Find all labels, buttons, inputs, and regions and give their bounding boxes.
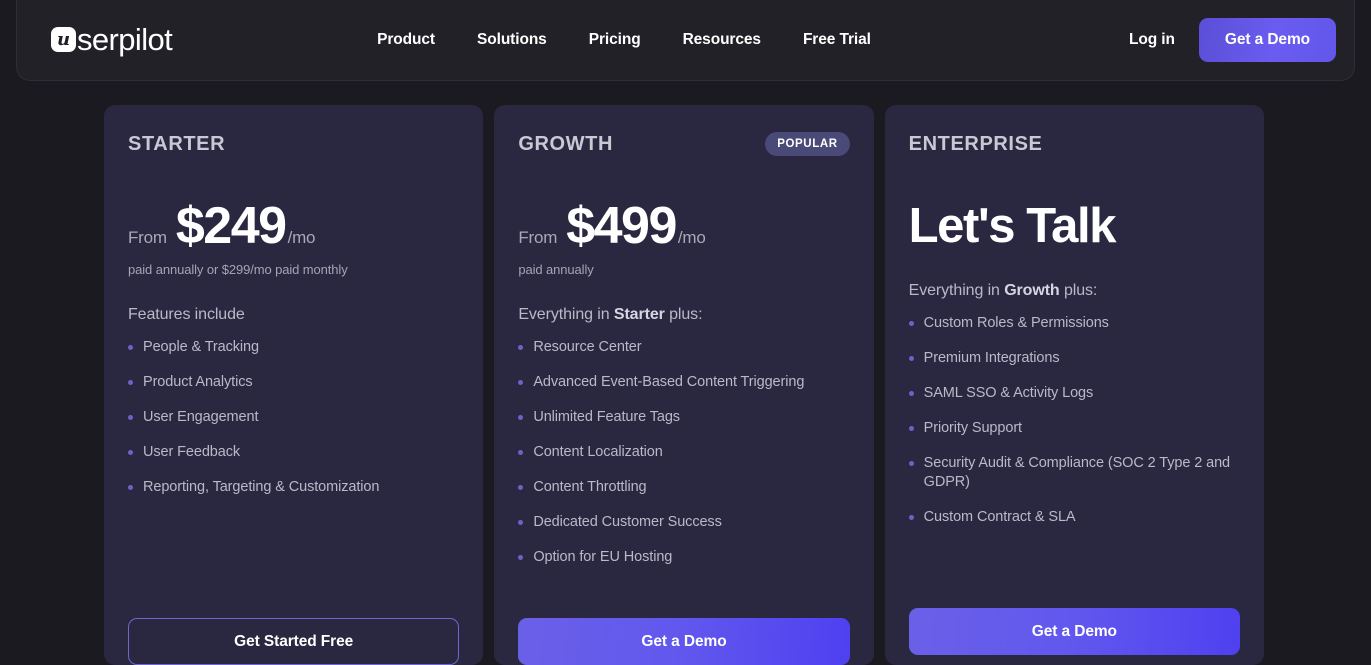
status-badge-popular: POPULAR <box>765 132 850 156</box>
get-a-demo-button-header[interactable]: Get a Demo <box>1198 17 1336 62</box>
features-title-enterprise: Everything in Growth plus: <box>909 282 1240 300</box>
list-item: Priority Support <box>908 419 1240 438</box>
list-item: Dedicated Customer Success <box>518 513 849 532</box>
list-item: People & Tracking <box>128 338 459 357</box>
pricing-card-growth: GROWTH POPULAR From $499 /mo paid annual… <box>494 105 874 665</box>
price-amount-starter: $249 <box>175 197 287 255</box>
main-navigation: Product Solutions Pricing Resources Free… <box>377 31 871 49</box>
features-title-suffix-enterprise: plus: <box>1059 282 1098 299</box>
nav-item-product[interactable]: Product <box>377 31 435 49</box>
list-item: User Feedback <box>128 443 459 462</box>
price-from-label-starter: From <box>128 228 167 247</box>
price-note-starter: paid annually or $299/mo paid monthly <box>128 262 348 277</box>
get-a-demo-button-enterprise[interactable]: Get a Demo <box>908 608 1240 655</box>
feature-list-enterprise: Custom Roles & Permissions Premium Integ… <box>908 314 1240 527</box>
feature-list-growth: Resource Center Advanced Event-Based Con… <box>518 338 849 567</box>
price-period-growth: /mo <box>677 228 706 247</box>
price-amount-growth: $499 <box>566 197 677 255</box>
nav-item-solutions[interactable]: Solutions <box>477 31 547 49</box>
features-title-suffix-growth: plus: <box>664 306 703 323</box>
userpilot-logo[interactable]: u serpilot <box>51 22 173 57</box>
list-item: Reporting, Targeting & Customization <box>128 478 459 497</box>
list-item: Advanced Event-Based Content Triggering <box>518 373 849 392</box>
list-item: Custom Contract & SLA <box>908 508 1240 527</box>
card-header-enterprise: ENTERPRISE <box>909 129 1240 159</box>
features-title-bold-enterprise: Growth <box>1004 282 1060 299</box>
list-item: Security Audit & Compliance (SOC 2 Type … <box>908 454 1240 492</box>
nav-item-resources[interactable]: Resources <box>683 31 761 49</box>
price-from-label-growth: From <box>518 228 558 247</box>
nav-item-pricing[interactable]: Pricing <box>589 31 641 49</box>
get-started-free-button[interactable]: Get Started Free <box>128 618 460 665</box>
get-a-demo-button-growth[interactable]: Get a Demo <box>518 618 850 665</box>
features-title-prefix-enterprise: Everything in <box>908 282 1005 299</box>
pricing-cards: STARTER From $249 /mo paid annually or $… <box>104 105 1264 665</box>
login-link[interactable]: Log in <box>1129 31 1175 49</box>
plan-name-growth: GROWTH <box>518 132 614 155</box>
list-item: SAML SSO & Activity Logs <box>908 384 1240 403</box>
pricing-card-enterprise: ENTERPRISE Let's Talk Everything in Grow… <box>884 105 1264 665</box>
card-header-growth: GROWTH POPULAR <box>518 129 850 159</box>
list-item: Premium Integrations <box>908 349 1240 368</box>
nav-item-free-trial[interactable]: Free Trial <box>803 31 871 49</box>
features-title-bold-growth: Starter <box>613 306 665 323</box>
header-inner: u serpilot Product Solutions Pricing Res… <box>17 0 1354 80</box>
price-note-growth: paid annually <box>518 262 594 277</box>
pricing-card-starter: STARTER From $249 /mo paid annually or $… <box>104 105 484 665</box>
features-title-growth: Everything in Starter plus: <box>518 306 849 324</box>
plan-name-starter: STARTER <box>128 132 226 155</box>
list-item: Unlimited Feature Tags <box>518 408 849 427</box>
features-title-starter: Features include <box>128 306 245 323</box>
list-item: Content Throttling <box>518 478 849 497</box>
features-title-prefix-growth: Everything in <box>518 306 614 323</box>
list-item: Content Localization <box>518 443 849 462</box>
plan-name-enterprise: ENTERPRISE <box>908 132 1043 155</box>
site-header: u serpilot Product Solutions Pricing Res… <box>16 0 1355 81</box>
list-item: Option for EU Hosting <box>518 548 849 567</box>
enterprise-headline: Let's Talk <box>908 199 1117 253</box>
list-item: Custom Roles & Permissions <box>908 314 1240 333</box>
price-row-starter: From $249 /mo <box>128 197 459 255</box>
list-item: Resource Center <box>518 338 849 357</box>
price-period-starter: /mo <box>287 228 316 247</box>
logo-mark-icon: u <box>51 27 76 52</box>
card-header-starter: STARTER <box>128 129 459 159</box>
logo-wordmark: serpilot <box>77 22 173 57</box>
list-item: Product Analytics <box>128 373 459 392</box>
price-row-growth: From $499 /mo <box>518 197 849 255</box>
feature-list-starter: People & Tracking Product Analytics User… <box>128 338 459 497</box>
list-item: User Engagement <box>128 408 459 427</box>
header-actions: Log in Get a Demo <box>1129 17 1336 62</box>
